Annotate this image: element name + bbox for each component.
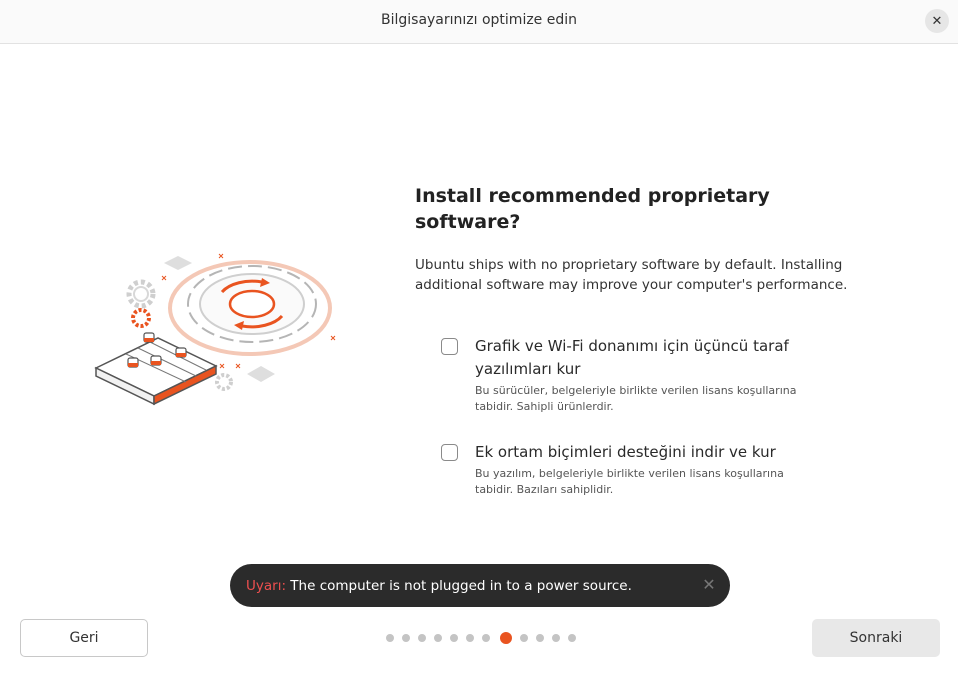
close-button[interactable]: ✕ (925, 9, 949, 33)
deco-x-mark (219, 363, 225, 369)
progress-dot (418, 634, 426, 642)
progress-dot (536, 634, 544, 642)
progress-dot (450, 634, 458, 642)
deco-x-mark (218, 253, 224, 259)
progress-dot (434, 634, 442, 642)
progress-dot (402, 634, 410, 642)
progress-dots (386, 632, 584, 644)
tiny-gear-icon (215, 373, 233, 391)
back-button[interactable]: Geri (20, 619, 148, 657)
progress-dot-current (500, 632, 512, 644)
option-sublabel: Bu yazılım, belgeleriyle birlikte verile… (475, 467, 784, 496)
third-party-drivers-checkbox[interactable] (441, 338, 458, 355)
progress-dot (568, 634, 576, 642)
page-heading: Install recommended proprietary software… (415, 185, 770, 233)
option-third-party-drivers[interactable]: Grafik ve Wi-Fi donanımı için üçüncü tar… (415, 335, 855, 415)
progress-dot (482, 634, 490, 642)
close-icon: ✕ (931, 13, 943, 29)
power-warning-toast: Uyarı: The computer is not plugged in to… (230, 564, 730, 607)
toast-text: Uyarı: The computer is not plugged in to… (246, 578, 632, 594)
media-formats-checkbox[interactable] (441, 444, 458, 461)
proprietary-software-illustration (94, 253, 336, 406)
progress-dot (386, 634, 394, 642)
deco-x-mark (161, 275, 167, 281)
progress-dot (552, 634, 560, 642)
option-media-formats[interactable]: Ek ortam biçimleri desteğini indir ve ku… (415, 441, 855, 498)
small-orange-gear-icon (131, 308, 151, 328)
toast-message: The computer is not plugged in to a powe… (290, 577, 632, 594)
big-gear-icon (187, 265, 317, 343)
deco-x-mark (330, 335, 336, 341)
small-gear-icon (126, 279, 156, 309)
option-label: Ek ortam biçimleri desteğini indir ve ku… (475, 443, 776, 461)
main-content: Install recommended proprietary software… (415, 183, 855, 524)
deco-x-mark (235, 363, 241, 369)
progress-dot (520, 634, 528, 642)
deco-diamond (164, 256, 192, 270)
option-sublabel: Bu sürücüler, belgeleriyle birlikte veri… (475, 384, 797, 413)
installer-window: Bilgisayarınızı optimize edin ✕ Install … (0, 0, 958, 678)
next-button[interactable]: Sonraki (812, 619, 940, 657)
toast-warning-label: Uyarı: (246, 577, 286, 594)
deco-diamond (247, 366, 275, 382)
page-description: Ubuntu ships with no proprietary softwar… (415, 257, 848, 293)
title-bar: Bilgisayarınızı optimize edin ✕ (0, 0, 958, 44)
option-label: Grafik ve Wi-Fi donanımı için üçüncü tar… (475, 337, 789, 378)
progress-dot (466, 634, 474, 642)
toast-close-button[interactable]: ✕ (700, 576, 718, 594)
close-icon: ✕ (702, 575, 716, 594)
window-title: Bilgisayarınızı optimize edin (380, 12, 578, 28)
